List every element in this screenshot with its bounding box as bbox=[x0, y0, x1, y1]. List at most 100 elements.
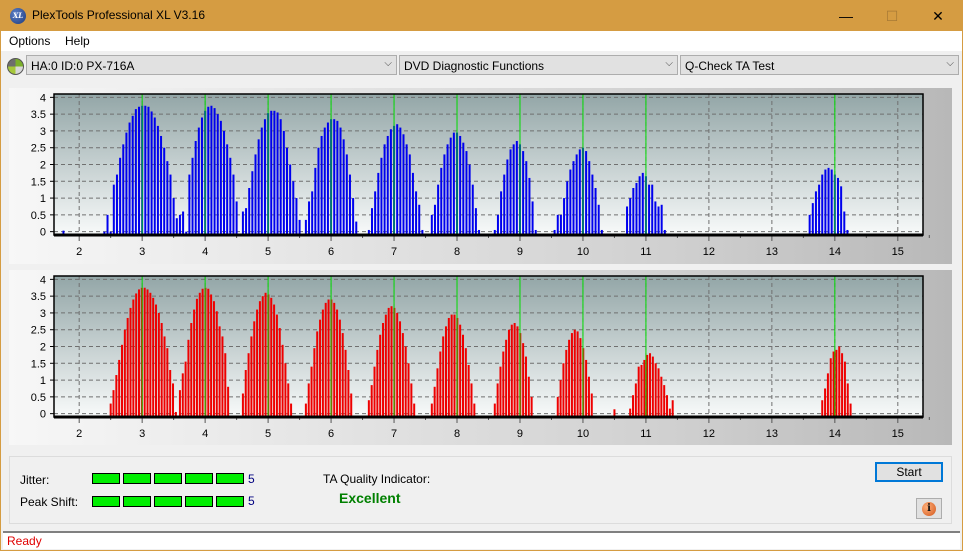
x-tick-label: 6 bbox=[328, 428, 334, 440]
histogram-bar bbox=[576, 331, 579, 417]
x-tick-label: 13 bbox=[766, 428, 778, 440]
histogram-bar bbox=[509, 149, 512, 235]
histogram-bar bbox=[562, 363, 565, 417]
drive-select[interactable]: HA:0 ID:0 PX-716A ⌵ bbox=[26, 55, 397, 75]
histogram-bar bbox=[275, 314, 278, 417]
histogram-bar bbox=[160, 135, 163, 235]
x-tick-label: 5 bbox=[265, 428, 271, 440]
jitter-meter-segment bbox=[92, 473, 120, 484]
histogram-bar bbox=[106, 214, 109, 235]
x-tick-label: 10 bbox=[577, 246, 589, 258]
test-select[interactable]: Q-Check TA Test ⌵ bbox=[680, 55, 959, 75]
histogram-bar bbox=[824, 169, 827, 235]
histogram-bar bbox=[507, 329, 510, 417]
histogram-bar bbox=[433, 204, 436, 235]
histogram-bar bbox=[270, 110, 273, 235]
histogram-bar bbox=[459, 135, 462, 235]
histogram-bar bbox=[121, 344, 124, 417]
histogram-bar bbox=[287, 383, 290, 417]
x-tick-label: 9 bbox=[517, 428, 523, 440]
histogram-bar bbox=[671, 400, 674, 417]
histogram-bar bbox=[559, 214, 562, 235]
minimize-button[interactable]: — bbox=[823, 1, 869, 31]
histogram-bar bbox=[115, 174, 118, 235]
histogram-bar bbox=[282, 130, 285, 235]
histogram-bar bbox=[336, 120, 339, 235]
histogram-bar bbox=[178, 214, 181, 235]
histogram-bar bbox=[402, 134, 405, 235]
histogram-bar bbox=[153, 117, 156, 235]
histogram-bar bbox=[407, 363, 410, 417]
histogram-bar bbox=[849, 403, 852, 417]
x-tick-label: 13 bbox=[766, 246, 778, 258]
histogram-bar bbox=[198, 292, 201, 417]
histogram-bar bbox=[512, 144, 515, 235]
histogram-bar bbox=[235, 201, 238, 235]
histogram-bar bbox=[273, 304, 276, 417]
histogram-bar bbox=[516, 326, 519, 417]
histogram-bar bbox=[250, 336, 253, 417]
histogram-bar bbox=[843, 361, 846, 417]
histogram-bar bbox=[126, 317, 129, 417]
menu-help[interactable]: Help bbox=[65, 34, 90, 48]
histogram-bar bbox=[367, 400, 370, 417]
histogram-bar bbox=[404, 346, 407, 417]
histogram-bar bbox=[515, 141, 518, 235]
histogram-bar bbox=[649, 353, 652, 417]
histogram-bar bbox=[654, 201, 657, 235]
top-chart: 0 0.5 1 1.5 2 2.5 3 3.5 4 2 3 4 5 6 7 8 9 10 11 12 13 14 15 bbox=[31, 92, 930, 258]
histogram-bar bbox=[150, 111, 153, 235]
histogram-bar bbox=[241, 211, 244, 235]
histogram-bar bbox=[232, 174, 235, 235]
histogram-bar bbox=[641, 172, 644, 235]
drive-select-value: HA:0 ID:0 PX-716A bbox=[31, 59, 135, 73]
close-button[interactable]: ✕ bbox=[915, 1, 961, 31]
histogram-bar bbox=[843, 211, 846, 235]
histogram-bar bbox=[129, 307, 132, 417]
histogram-bar bbox=[195, 298, 198, 417]
histogram-bar bbox=[506, 159, 509, 235]
histogram-bar bbox=[260, 127, 263, 235]
status-bar: Ready bbox=[3, 531, 960, 549]
histogram-bar bbox=[827, 167, 830, 235]
histogram-bar bbox=[588, 161, 591, 235]
histogram-bar bbox=[338, 319, 341, 417]
histogram-bar bbox=[442, 336, 445, 417]
histogram-bar bbox=[522, 343, 525, 417]
histogram-bar bbox=[640, 364, 643, 417]
histogram-bar bbox=[317, 147, 320, 235]
histogram-bar bbox=[386, 135, 389, 235]
info-button[interactable]: i bbox=[916, 498, 942, 519]
histogram-bar bbox=[377, 172, 380, 235]
histogram-bar bbox=[446, 144, 449, 235]
histogram-bar bbox=[285, 147, 288, 235]
histogram-bar bbox=[503, 174, 506, 235]
peak-shift-meter-segment bbox=[154, 496, 182, 507]
start-button[interactable]: Start bbox=[875, 462, 943, 482]
histogram-bar bbox=[200, 117, 203, 235]
maximize-button[interactable]: ☐ bbox=[869, 1, 915, 31]
histogram-bar bbox=[826, 373, 829, 417]
histogram-bar bbox=[634, 383, 637, 417]
histogram-bar bbox=[352, 198, 355, 235]
y-tick-label: 2.5 bbox=[31, 143, 46, 155]
histogram-bar bbox=[433, 386, 436, 417]
histogram-bar bbox=[818, 184, 821, 235]
histogram-bar bbox=[276, 112, 279, 235]
histogram-bar bbox=[396, 124, 399, 235]
histogram-bar bbox=[146, 289, 149, 417]
histogram-bar bbox=[270, 297, 273, 417]
histogram-bar bbox=[112, 390, 115, 417]
histogram-bar bbox=[163, 336, 166, 417]
function-group-select[interactable]: DVD Diagnostic Functions ⌵ bbox=[399, 55, 678, 75]
histogram-bar bbox=[181, 373, 184, 417]
x-tick-label: 5 bbox=[265, 246, 271, 258]
histogram-bar bbox=[453, 314, 456, 417]
menu-options[interactable]: Options bbox=[9, 34, 50, 48]
y-tick-label: 2.5 bbox=[31, 325, 46, 337]
histogram-bar bbox=[210, 294, 213, 417]
y-tick-label: 1.5 bbox=[31, 176, 46, 188]
menu-bar: Options Help bbox=[1, 31, 962, 51]
histogram-bar bbox=[657, 368, 660, 417]
y-tick-label: 0 bbox=[40, 409, 46, 421]
